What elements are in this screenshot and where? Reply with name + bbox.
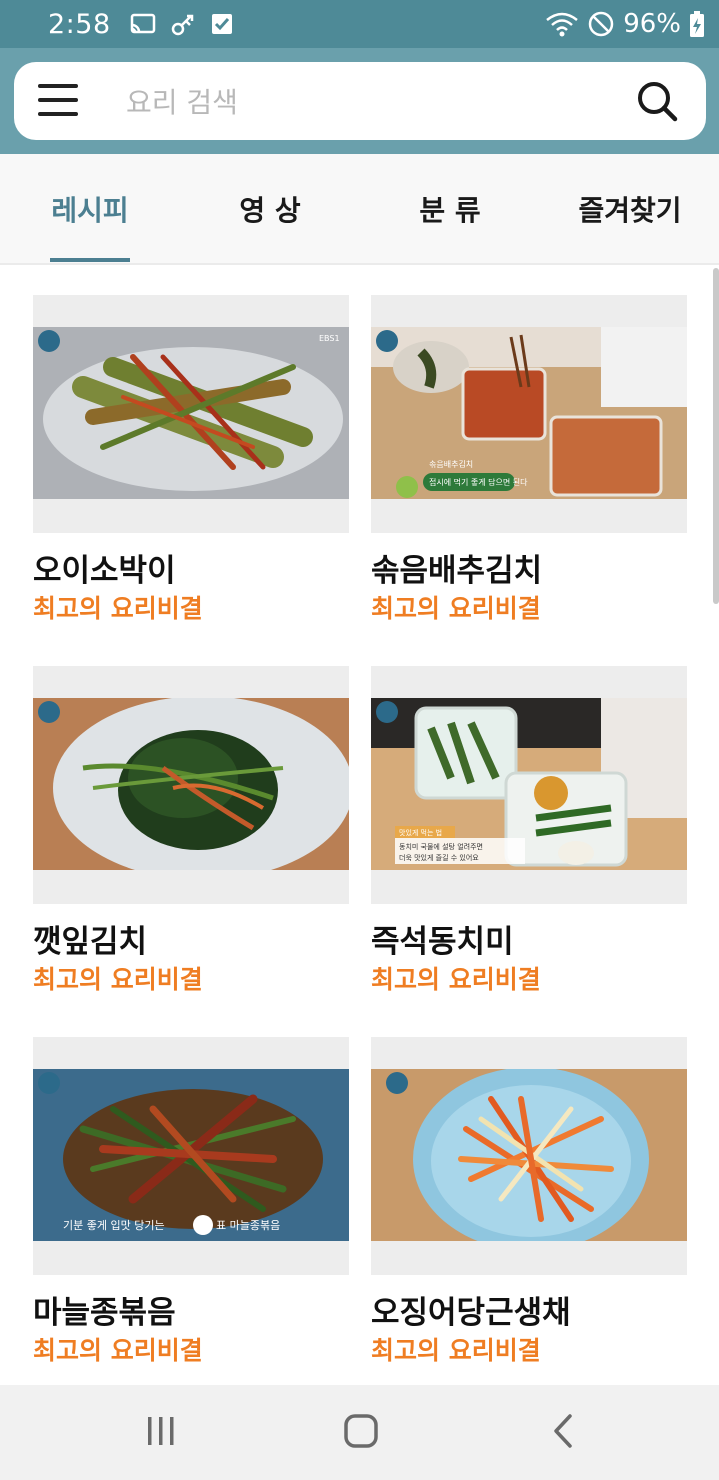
back-icon[interactable] bbox=[550, 1413, 578, 1449]
tab-label: 레시피 bbox=[51, 193, 129, 227]
tab-recipes[interactable]: 레시피 bbox=[0, 154, 180, 263]
hamburger-menu-icon[interactable] bbox=[38, 82, 78, 118]
recipe-thumbnail-frame: EBS1 bbox=[33, 295, 349, 533]
tab-favorites[interactable]: 즐겨찾기 bbox=[540, 154, 719, 263]
system-nav-bar bbox=[0, 1385, 719, 1480]
recipe-subtitle: 최고의 요리비결 bbox=[371, 965, 541, 994]
tab-videos[interactable]: 영 상 bbox=[180, 154, 360, 263]
recipe-subtitle: 최고의 요리비결 bbox=[371, 1336, 541, 1365]
checkbox-icon bbox=[211, 14, 232, 34]
tab-label: 영 상 bbox=[239, 193, 301, 227]
thumbnail-tip-line: 더욱 맛있게 즐길 수 있어요 bbox=[399, 853, 479, 862]
thumbnail-caption: 기분 좋게 입맛 당기는 bbox=[63, 1219, 165, 1232]
thumbnail-caption: 표 마늘종볶음 bbox=[216, 1219, 280, 1232]
recipe-title: 즉석동치미 bbox=[371, 924, 514, 960]
dnd-icon bbox=[588, 11, 614, 37]
thumbnail-tip-line: 동치미 국물에 설탕 얼려주면 bbox=[399, 842, 483, 851]
active-tab-indicator bbox=[50, 258, 130, 262]
recipe-thumbnail-frame: 맛있게 먹는 법 동치미 국물에 설탕 얼려주면 더욱 맛있게 즐길 수 있어요 bbox=[371, 666, 687, 904]
recipe-title: 오이소박이 bbox=[33, 553, 176, 589]
recipe-subtitle: 최고의 요리비결 bbox=[33, 965, 203, 994]
search-icon[interactable] bbox=[636, 80, 678, 122]
thumbnail-tip-title: 맛있게 먹는 법 bbox=[399, 828, 442, 837]
search-header bbox=[0, 48, 719, 154]
cast-icon bbox=[130, 13, 155, 34]
recipe-subtitle: 최고의 요리비결 bbox=[33, 594, 203, 623]
search-bar bbox=[14, 62, 706, 140]
battery-charging-icon bbox=[690, 11, 704, 37]
recipe-thumbnail bbox=[371, 1069, 687, 1241]
tab-bar: 레시피 영 상 분 류 즐겨찾기 bbox=[0, 154, 719, 265]
recipe-title: 깻잎김치 bbox=[33, 924, 148, 960]
recipe-thumbnail: 솎음배추김치 접시에 먹기 좋게 담으면 된다 bbox=[371, 327, 687, 499]
recipe-title: 마늘종볶음 bbox=[33, 1295, 176, 1331]
recipe-title: 솎음배추김치 bbox=[371, 553, 543, 589]
thumbnail-caption: 접시에 먹기 좋게 담으면 된다 bbox=[429, 477, 528, 487]
home-icon[interactable] bbox=[343, 1413, 379, 1449]
recipe-thumbnail: 맛있게 먹는 법 동치미 국물에 설탕 얼려주면 더욱 맛있게 즐길 수 있어요 bbox=[371, 698, 687, 870]
tab-label: 분 류 bbox=[419, 193, 481, 227]
thumbnail-caption-small: 솎음배추김치 bbox=[429, 459, 473, 469]
tab-categories[interactable]: 분 류 bbox=[360, 154, 540, 263]
recipe-subtitle: 최고의 요리비결 bbox=[371, 594, 541, 623]
battery-percent: 96% bbox=[623, 9, 681, 39]
link-icon bbox=[171, 14, 193, 36]
scrollbar[interactable] bbox=[713, 268, 719, 604]
recipe-thumbnail-frame bbox=[371, 1037, 687, 1275]
recipe-title: 오징어당근생채 bbox=[371, 1295, 571, 1331]
search-input[interactable] bbox=[124, 76, 608, 128]
recipe-grid: EBS1 오이소박이 최고의 요리비결 솎음배추김치 접시에 먹기 좋게 담으면… bbox=[0, 265, 719, 1385]
recipe-thumbnail: EBS1 bbox=[33, 327, 349, 499]
recipe-thumbnail-frame: 기분 좋게 입맛 당기는 표 마늘종볶음 bbox=[33, 1037, 349, 1275]
recent-apps-icon[interactable] bbox=[146, 1413, 176, 1449]
status-time: 2:58 bbox=[48, 8, 111, 40]
recipe-thumbnail: 기분 좋게 입맛 당기는 표 마늘종볶음 bbox=[33, 1069, 349, 1241]
recipe-thumbnail-frame: 솎음배추김치 접시에 먹기 좋게 담으면 된다 bbox=[371, 295, 687, 533]
wifi-icon bbox=[546, 12, 578, 37]
broadcaster-logo: EBS1 bbox=[319, 334, 340, 343]
tab-label: 즐겨찾기 bbox=[578, 193, 682, 227]
status-bar: 2:58 96% bbox=[0, 0, 719, 48]
recipe-thumbnail-frame bbox=[33, 666, 349, 904]
recipe-thumbnail bbox=[33, 698, 349, 870]
recipe-subtitle: 최고의 요리비결 bbox=[33, 1336, 203, 1365]
